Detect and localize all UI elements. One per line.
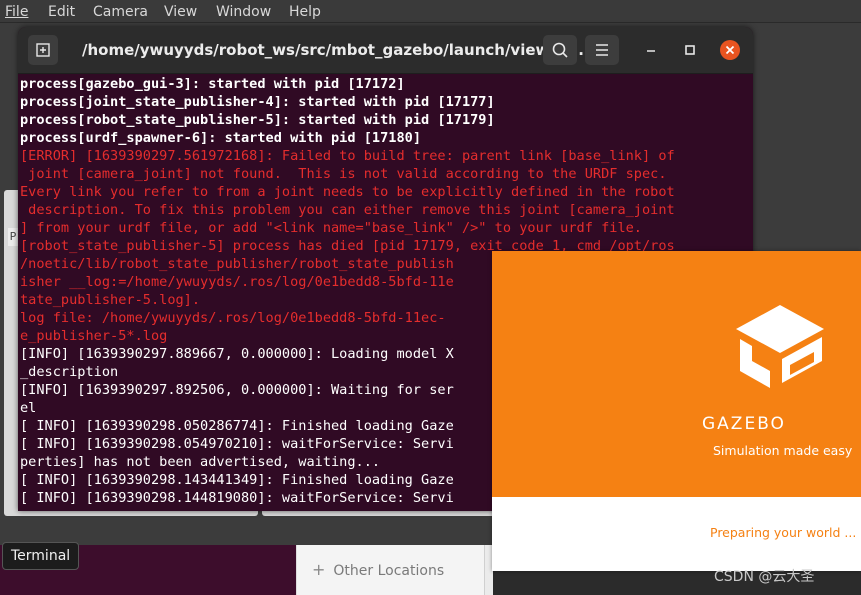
maximize-icon xyxy=(685,45,695,55)
terminal-line: description. To fix this problem you can… xyxy=(20,202,675,218)
gazebo-splash: GAZEBO Simulation made easy Preparing yo… xyxy=(492,251,861,571)
other-locations-item[interactable]: + Other Locations xyxy=(312,560,444,579)
search-icon xyxy=(552,42,568,58)
terminal-line: process[gazebo_gui-3]: started with pid … xyxy=(20,76,405,92)
terminal-line: process[joint_state_publisher-4]: starte… xyxy=(20,94,495,110)
close-button[interactable] xyxy=(720,40,740,60)
menu-help[interactable]: Help xyxy=(289,0,321,22)
menu-bar: File Edit Camera View Window Help xyxy=(0,0,861,23)
menu-window[interactable]: Window xyxy=(216,0,271,22)
menu-button[interactable] xyxy=(585,35,619,65)
terminal-line: Every link you refer to from a joint nee… xyxy=(20,184,675,200)
terminal-line: joint [camera_joint] not found. This is … xyxy=(20,166,667,182)
hamburger-icon xyxy=(596,44,608,56)
terminal-line: [ERROR] [1639390297.561972168]: Failed t… xyxy=(20,148,675,164)
menu-file[interactable]: File xyxy=(5,0,28,22)
terminal-line: ] from your urdf file, or add "<link nam… xyxy=(20,220,642,236)
terminal-title: /home/ywuyyds/robot_ws/src/mbot_gazebo/l… xyxy=(82,41,590,59)
minimize-button[interactable] xyxy=(641,40,661,60)
terminal-line: process[robot_state_publisher-5]: starte… xyxy=(20,112,495,128)
menu-camera[interactable]: Camera xyxy=(93,0,148,22)
gazebo-tagline: Simulation made easy xyxy=(713,443,853,458)
splash-banner: GAZEBO Simulation made easy xyxy=(492,251,861,497)
menu-view[interactable]: View xyxy=(164,0,197,22)
close-icon xyxy=(725,45,735,55)
gazebo-logo-icon xyxy=(736,305,824,388)
panel-tab[interactable]: P xyxy=(8,228,18,246)
maximize-button[interactable] xyxy=(680,40,700,60)
gazebo-name: GAZEBO xyxy=(702,414,786,434)
search-button[interactable] xyxy=(543,35,577,65)
plus-icon: + xyxy=(312,560,326,579)
new-tab-icon xyxy=(36,43,50,57)
terminal-line: process[urdf_spawner-6]: started with pi… xyxy=(20,130,422,146)
minimize-icon xyxy=(647,50,655,52)
other-locations-label: Other Locations xyxy=(333,563,445,579)
loading-status: Preparing your world ... xyxy=(710,525,857,540)
terminal-header-bar[interactable]: /home/ywuyyds/robot_ws/src/mbot_gazebo/l… xyxy=(18,27,753,74)
terminal-tooltip: Terminal xyxy=(2,542,80,570)
menu-edit[interactable]: Edit xyxy=(48,0,75,22)
new-tab-button[interactable] xyxy=(28,35,58,65)
watermark: CSDN @云大圣 xyxy=(714,569,815,585)
